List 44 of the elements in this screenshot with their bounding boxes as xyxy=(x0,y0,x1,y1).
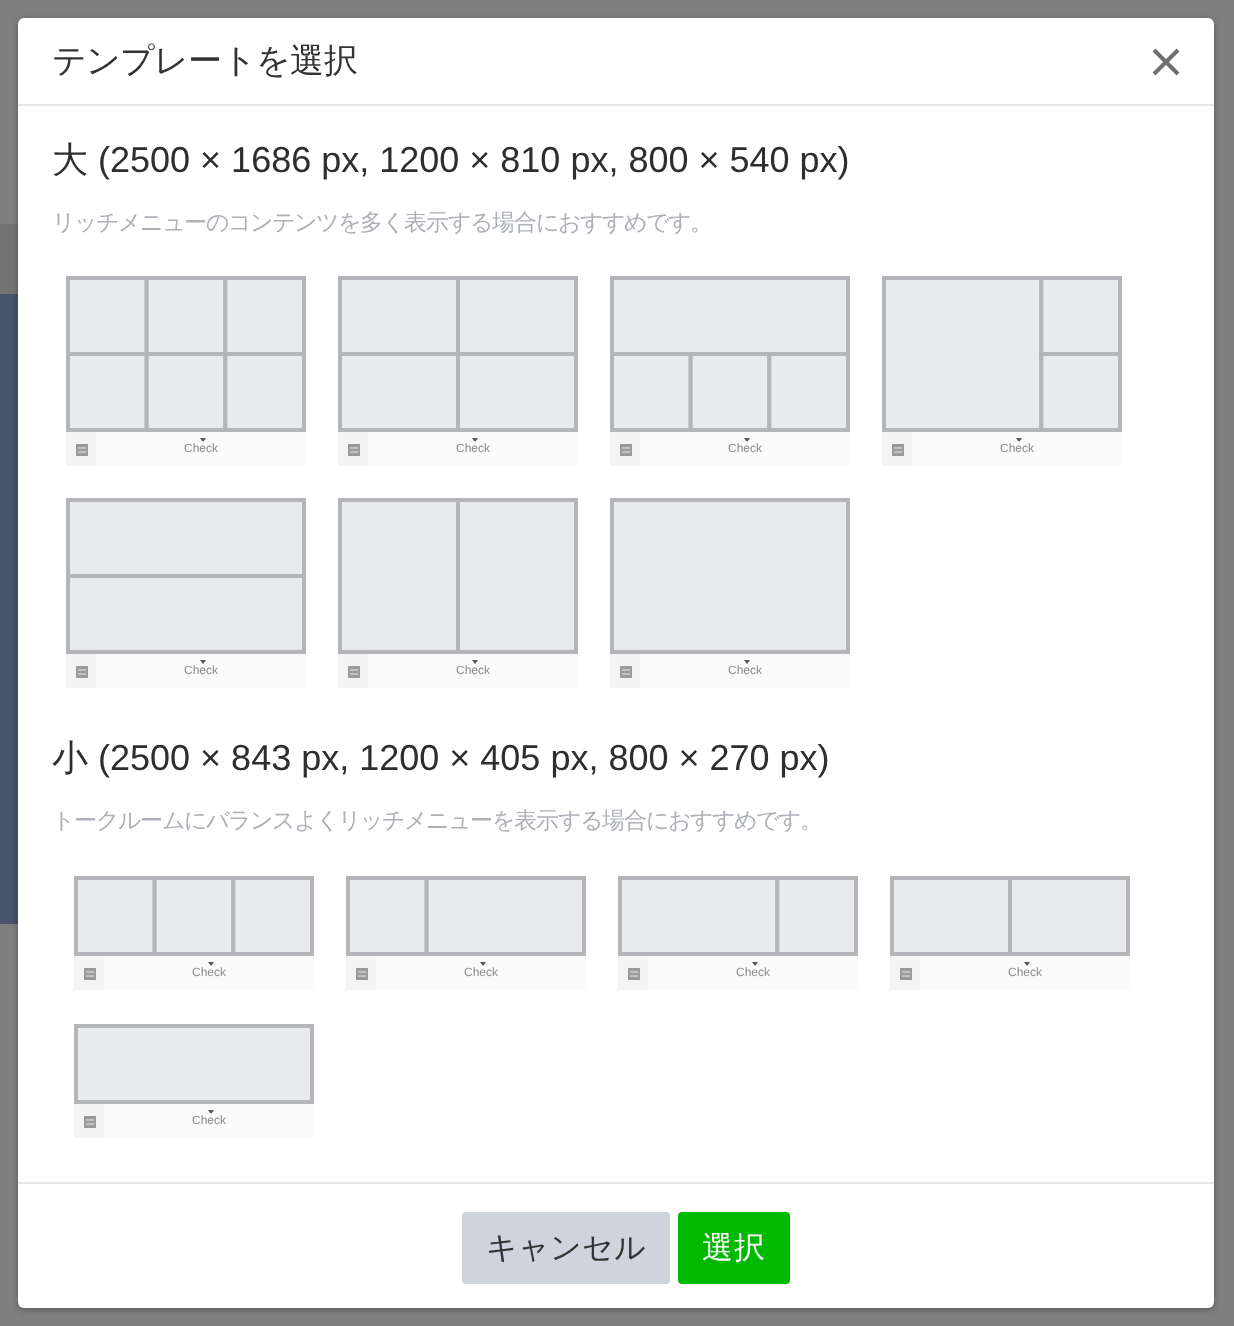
caret-icon xyxy=(207,962,213,966)
template-layout-drawing[interactable] xyxy=(610,498,850,654)
table-icon xyxy=(83,967,95,979)
table-icon xyxy=(83,1115,95,1127)
section-heading: 小 (2500 × 843 px, 1200 × 405 px, 800 × 270 px) xyxy=(52,736,832,782)
template-layout-drawing[interactable] xyxy=(346,876,586,956)
table-icon xyxy=(891,443,903,455)
section-heading: 大 (2500 × 1686 px, 1200 × 810 px, 800 × 540 px) xyxy=(52,138,852,184)
template-layout-drawing[interactable] xyxy=(882,276,1122,432)
template-layout-drawing[interactable] xyxy=(338,276,578,432)
template-layout-drawing[interactable] xyxy=(74,1024,314,1104)
table-icon xyxy=(627,967,639,979)
table-icon xyxy=(619,443,631,455)
table-icon xyxy=(347,443,359,455)
table-icon xyxy=(619,665,631,677)
section-description: トークルームにバランスよくリッチメニューを表示する場合におすすめです。 xyxy=(52,807,824,838)
caret-icon xyxy=(207,1110,213,1114)
caret-icon xyxy=(1023,962,1029,966)
caret-icon xyxy=(471,660,477,664)
table-icon xyxy=(75,665,87,677)
template-layout-drawing[interactable] xyxy=(66,276,306,432)
table-icon xyxy=(899,967,911,979)
table-icon xyxy=(347,665,359,677)
caret-icon xyxy=(479,962,485,966)
template-layout-drawing[interactable] xyxy=(338,498,578,654)
caret-icon xyxy=(743,438,749,442)
dialog-title: テンプレートを選択 xyxy=(52,40,358,84)
close-icon xyxy=(1152,47,1180,75)
cancel-button[interactable]: キャンセル xyxy=(462,1212,670,1284)
caret-icon xyxy=(751,962,757,966)
section-description: リッチメニューのコンテンツを多く表示する場合におすすめです。 xyxy=(52,209,714,240)
close-button[interactable] xyxy=(1152,47,1180,75)
caret-icon xyxy=(1015,438,1021,442)
caret-icon xyxy=(199,438,205,442)
caret-icon xyxy=(199,660,205,664)
template-layout-drawing[interactable] xyxy=(66,498,306,654)
template-layout-drawing[interactable] xyxy=(618,876,858,956)
template-layout-drawing[interactable] xyxy=(610,276,850,432)
template-layout-drawing[interactable] xyxy=(890,876,1130,956)
table-icon xyxy=(75,443,87,455)
table-icon xyxy=(355,967,367,979)
template-layout-drawing[interactable] xyxy=(74,876,314,956)
caret-icon xyxy=(743,660,749,664)
caret-icon xyxy=(471,438,477,442)
